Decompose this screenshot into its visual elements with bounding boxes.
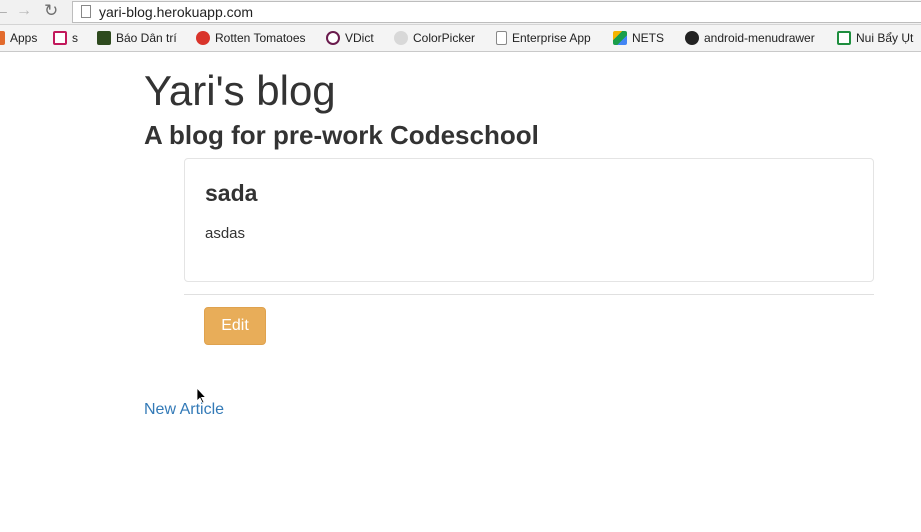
- palette-icon: [394, 31, 408, 45]
- sheets-icon: [837, 31, 851, 45]
- article-card: sada asdas: [184, 158, 874, 282]
- d-icon: [97, 31, 111, 45]
- reload-icon[interactable]: ↻: [44, 2, 58, 20]
- bookmark-apps[interactable]: Apps: [0, 30, 37, 46]
- new-article-link[interactable]: New Article: [144, 400, 224, 420]
- article-title: sada: [205, 180, 258, 206]
- bookmarks-bar: Apps s Báo Dân trí Rotten Tomatoes VDict…: [0, 25, 921, 52]
- address-bar[interactable]: yari-blog.herokuapp.com: [72, 1, 921, 23]
- apps-grid-icon: [0, 31, 5, 45]
- tomato-icon: [196, 31, 210, 45]
- e-icon: [53, 31, 67, 45]
- bookmark-rotten-tomatoes[interactable]: Rotten Tomatoes: [196, 30, 306, 46]
- bookmark-vdict[interactable]: VDict: [326, 30, 374, 46]
- mouse-cursor-icon: [197, 388, 207, 404]
- browser-toolbar: ← → ↻ yari-blog.herokuapp.com: [0, 0, 921, 25]
- v-icon: [326, 31, 340, 45]
- bookmark-enterprise-app[interactable]: Enterprise App: [496, 30, 591, 46]
- bookmark-s[interactable]: s: [53, 30, 78, 46]
- page-subtitle: A blog for pre-work Codeschool: [144, 120, 539, 150]
- bookmark-nui-bay-ut[interactable]: Nui Bẩy Ụt: [837, 30, 913, 46]
- back-icon[interactable]: ←: [0, 2, 10, 20]
- forward-icon[interactable]: →: [16, 2, 32, 20]
- page-title: Yari's blog: [144, 67, 336, 114]
- bookmark-android-menudrawer[interactable]: android-menudrawer: [685, 30, 815, 46]
- article-body: asdas: [205, 225, 246, 242]
- github-icon: [685, 31, 699, 45]
- divider: [184, 294, 874, 295]
- drive-icon: [613, 31, 627, 45]
- bookmark-colorpicker[interactable]: ColorPicker: [394, 30, 475, 46]
- page-icon: [81, 5, 91, 18]
- edit-button[interactable]: Edit: [204, 307, 266, 345]
- bookmark-bao-dan-tri[interactable]: Báo Dân trí: [97, 30, 177, 46]
- bookmark-nets[interactable]: NETS: [613, 30, 664, 46]
- url-text[interactable]: yari-blog.herokuapp.com: [99, 3, 253, 21]
- page-icon: [496, 31, 507, 45]
